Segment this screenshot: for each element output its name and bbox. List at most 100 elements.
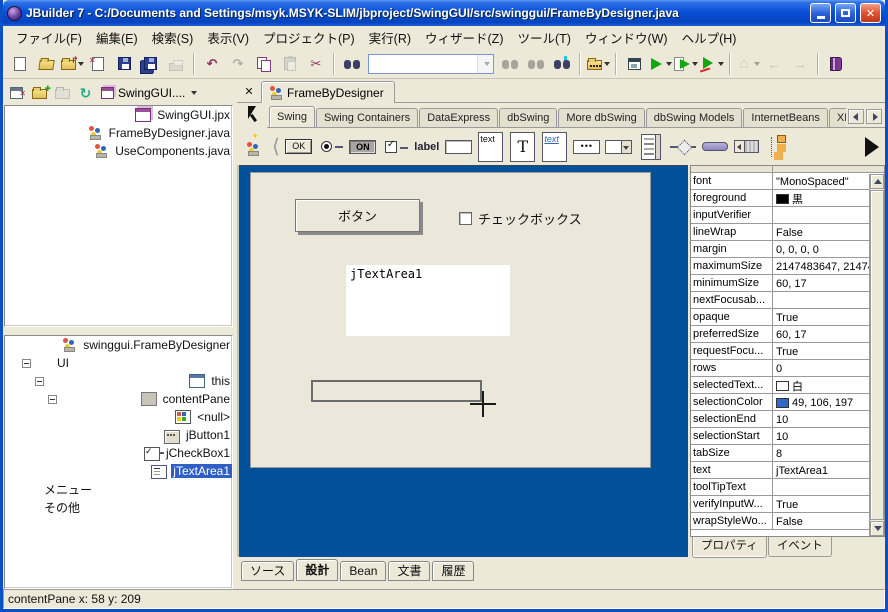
scroll-right-button[interactable] [866,109,882,124]
project-properties-button[interactable] [622,52,646,76]
scroll-down-button[interactable] [870,521,884,536]
property-value[interactable]: 0 [773,360,884,376]
name-column-header[interactable] [691,166,773,172]
tree-item[interactable]: FrameByDesigner.java [5,124,232,142]
designed-jbutton1[interactable]: ボタン [295,199,420,232]
property-value[interactable]: 60, 17 [773,326,884,342]
undo-button[interactable] [200,52,224,76]
open-file-button[interactable] [34,52,58,76]
tree-item[interactable]: contentPane [5,390,232,408]
tree-item[interactable]: その他 [5,498,232,516]
search-replace-button[interactable] [524,52,548,76]
copy-button[interactable] [252,52,276,76]
tree-item[interactable]: メニュー [5,480,232,498]
scroll-up-button[interactable] [870,174,884,189]
value-column-header[interactable] [773,166,884,172]
pane-splitter[interactable] [4,327,233,335]
palette-tab[interactable]: dbSwing [499,108,558,127]
debug-button[interactable] [674,52,698,76]
runtime-configurations-button[interactable] [586,52,610,76]
expander-icon[interactable] [22,358,31,368]
palette-item-jpasswordfield[interactable]: ••• [571,130,603,164]
palette-item-jtextarea[interactable]: text [475,130,507,164]
reopen-button[interactable] [60,52,84,76]
add-files-button[interactable] [29,81,51,103]
property-value[interactable]: True [773,309,884,325]
view-tab[interactable]: 設計 [296,559,339,581]
property-value[interactable]: 白 [773,377,884,393]
menu-item[interactable]: ウィザード(Z) [418,26,510,49]
palette-tab[interactable]: Swing Containers [315,108,419,127]
palette-item-jslider[interactable] [667,130,699,164]
new-file-button[interactable] [8,52,32,76]
property-value[interactable] [773,207,884,223]
view-tab[interactable]: ソース [241,561,295,581]
property-value[interactable]: True [773,496,884,512]
expander-icon[interactable] [48,394,57,404]
print-button[interactable] [164,52,188,76]
cut-button[interactable] [304,52,328,76]
search-combo-dropdown[interactable] [477,54,493,73]
search-next-button[interactable] [498,52,522,76]
menu-item[interactable]: 検索(S) [145,26,201,49]
tree-item[interactable]: jCheckBox1 [5,444,232,462]
tree-item[interactable]: UI [5,354,232,372]
view-tab[interactable]: Bean [340,561,387,581]
menu-item[interactable]: 編集(E) [89,26,145,49]
property-scrollbar[interactable] [869,174,884,536]
palette-item-jtextpane[interactable]: T [507,130,539,164]
inspector-tab[interactable]: イベント [767,537,832,557]
menu-item[interactable]: ウィンドウ(W) [578,26,675,49]
property-value[interactable]: True [773,343,884,359]
property-value[interactable]: 黒 [773,190,884,206]
choose-bean-button[interactable] [245,131,260,161]
tree-item[interactable]: this [5,372,232,390]
menu-item[interactable]: ヘルプ(H) [675,26,744,49]
palette-tab[interactable]: XML [828,108,846,127]
tree-item[interactable]: jTextArea1 [5,462,232,480]
property-value[interactable]: False [773,513,884,529]
close-project-button[interactable] [6,82,27,103]
property-value[interactable] [773,479,884,495]
home-button[interactable] [736,52,760,76]
palette-item-jscrollbar[interactable] [731,130,763,164]
designed-jtextarea1[interactable]: jTextArea1 [346,265,510,336]
palette-tab[interactable]: More dbSwing [558,108,645,127]
property-value[interactable] [773,292,884,308]
palette-item-jcheckbox[interactable] [379,130,411,164]
remove-files-button[interactable] [52,82,73,103]
palette-tab[interactable]: DataExpress [419,108,499,127]
close-file-button[interactable] [86,52,110,76]
palette-tab[interactable]: InternetBeans [743,108,828,127]
property-value[interactable]: 10 [773,428,884,444]
property-value[interactable]: 10 [773,411,884,427]
menu-item[interactable]: プロジェクト(P) [256,26,362,49]
paste-button[interactable] [278,52,302,76]
optimize-button[interactable] [700,52,724,76]
menu-item[interactable]: ファイル(F) [9,26,89,49]
property-value[interactable]: jTextArea1 [773,462,884,478]
property-value[interactable]: 60, 17 [773,275,884,291]
checkbox-box[interactable] [459,212,472,225]
content-pane[interactable]: ボタン チェックボックス jTextArea1 [250,172,651,468]
property-value[interactable]: 2147483647, 2147483647 [773,258,884,274]
selection-tool-icon[interactable] [245,106,259,122]
inspector-tab[interactable]: プロパティ [692,536,767,558]
palette-item-jtextfield[interactable] [443,130,475,164]
scrollbar-thumb[interactable] [870,190,884,520]
tree-item[interactable]: swinggui.FrameByDesigner [5,336,232,354]
search-combo-input[interactable] [369,55,477,72]
search-button[interactable] [340,52,364,76]
tree-item[interactable]: UseComponents.java [5,142,232,160]
help-button[interactable] [824,52,848,76]
palette-item-jlist[interactable] [635,130,667,164]
palette-item-jtree[interactable] [763,130,795,164]
palette-item-jprogressbar[interactable] [699,130,731,164]
minimize-button[interactable] [810,3,831,23]
property-value[interactable]: 0, 0, 0, 0 [773,241,884,257]
project-selector[interactable]: SwingGUI.... [98,85,200,101]
property-value[interactable]: "MonoSpaced" [773,173,884,189]
view-tab[interactable]: 履歴 [432,561,475,581]
forward-button[interactable] [788,52,812,76]
palette-tab[interactable]: Swing [269,106,315,127]
